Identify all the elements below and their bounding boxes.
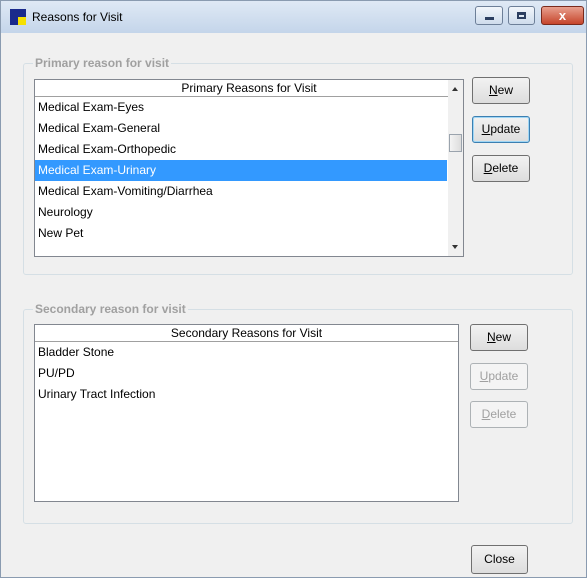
scroll-thumb[interactable] [449,134,462,152]
secondary-reason-legend: Secondary reason for visit [33,302,188,316]
app-icon [10,9,26,25]
window-title: Reasons for Visit [32,10,123,24]
secondary-reason-item[interactable]: PU/PD [35,363,458,384]
primary-reasons-list[interactable]: Primary Reasons for Visit Medical Exam-E… [34,79,464,257]
secondary-reason-item[interactable]: Bladder Stone [35,342,458,363]
title-bar[interactable]: Reasons for Visit x [1,1,586,33]
primary-reason-item[interactable]: Medical Exam-Eyes [35,97,447,118]
scroll-down-button[interactable] [448,239,463,256]
secondary-delete-button: Delete [470,401,528,428]
secondary-update-button: Update [470,363,528,390]
close-icon: x [558,8,567,23]
primary-reasons-rows: Medical Exam-Eyes Medical Exam-General Med… [35,97,447,244]
secondary-reasons-header[interactable]: Secondary Reasons for Visit [35,325,458,342]
secondary-reasons-rows: Bladder Stone PU/PD Urinary Tract Infectio… [35,342,458,405]
secondary-new-button[interactable]: New [470,324,528,351]
primary-list-scrollbar[interactable] [448,80,463,256]
maximize-icon [517,12,526,19]
primary-reason-legend: Primary reason for visit [33,56,172,70]
primary-reason-item[interactable]: Medical Exam-Orthopedic [35,139,447,160]
primary-reasons-header[interactable]: Primary Reasons for Visit [35,80,463,97]
secondary-reason-item[interactable]: Urinary Tract Infection [35,384,458,405]
arrow-up-icon [452,87,458,91]
primary-reason-item[interactable]: Medical Exam-Vomiting/Diarrhea [35,181,447,202]
primary-reason-item[interactable]: Medical Exam-General [35,118,447,139]
maximize-button[interactable] [508,6,535,25]
primary-reason-item[interactable]: Neurology [35,202,447,223]
reasons-for-visit-window: Reasons for Visit x Primary reason for v… [0,0,587,578]
close-button[interactable]: Close [471,545,528,574]
arrow-down-icon [452,245,458,249]
secondary-reasons-list[interactable]: Secondary Reasons for Visit Bladder Ston… [34,324,459,502]
primary-delete-button[interactable]: Delete [472,155,530,182]
primary-update-button[interactable]: Update [472,116,530,143]
minimize-icon [485,17,494,20]
close-window-button[interactable]: x [541,6,584,25]
minimize-button[interactable] [475,6,503,25]
primary-reason-item[interactable]: Medical Exam-Urinary [35,160,447,181]
scroll-up-button[interactable] [448,80,463,97]
primary-new-button[interactable]: New [472,77,530,104]
primary-reason-item[interactable]: New Pet [35,223,447,244]
